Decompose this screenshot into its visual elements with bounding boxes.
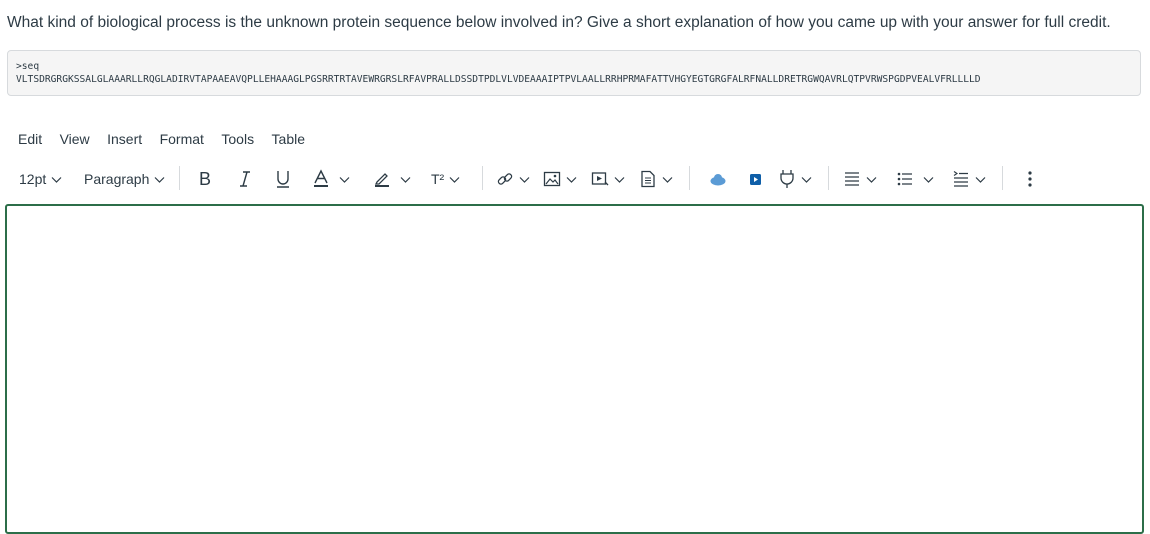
sequence-header: >seq	[16, 61, 40, 72]
toolbar-divider	[482, 166, 483, 190]
question-text: What kind of biological process is the u…	[7, 14, 1111, 31]
cloud-icon	[710, 174, 726, 186]
toolbar-divider	[689, 166, 690, 190]
chevron-down-icon	[923, 176, 934, 183]
media-player-button[interactable]	[750, 164, 761, 194]
menu-format[interactable]: Format	[160, 131, 204, 147]
image-button[interactable]	[543, 164, 577, 194]
list-button[interactable]	[896, 164, 934, 194]
text-color-icon	[314, 169, 328, 187]
font-size-dropdown[interactable]: 12pt	[19, 164, 62, 194]
superscript-button[interactable]: T²	[431, 164, 460, 194]
chevron-down-icon	[975, 176, 986, 183]
block-format-dropdown[interactable]: Paragraph	[84, 164, 165, 194]
highlight-button[interactable]	[373, 164, 411, 194]
plugin-icon	[780, 170, 794, 188]
image-icon	[543, 171, 561, 187]
chevron-down-icon	[400, 176, 411, 183]
indent-button[interactable]	[952, 164, 986, 194]
chevron-down-icon	[51, 176, 62, 183]
chevron-down-icon	[339, 176, 350, 183]
underline-icon	[277, 171, 289, 188]
more-icon	[1028, 171, 1032, 187]
align-icon	[845, 172, 859, 186]
align-button[interactable]	[843, 164, 877, 194]
menu-insert[interactable]: Insert	[107, 131, 142, 147]
media-icon	[591, 172, 609, 186]
chevron-down-icon	[519, 176, 530, 183]
bold-icon: B	[199, 170, 211, 188]
svg-text:B: B	[199, 170, 211, 188]
menu-view[interactable]: View	[60, 131, 90, 147]
toolbar-divider	[1002, 166, 1003, 190]
superscript-icon: T²	[431, 171, 445, 187]
italic-icon	[240, 171, 250, 187]
more-button[interactable]	[1027, 164, 1033, 194]
link-button[interactable]	[496, 164, 530, 194]
chevron-down-icon	[566, 176, 577, 183]
chevron-down-icon	[801, 176, 812, 183]
chevron-down-icon	[866, 176, 877, 183]
document-icon	[641, 170, 655, 188]
rich-text-editor-area[interactable]	[5, 204, 1144, 534]
menu-tools[interactable]: Tools	[221, 131, 254, 147]
chevron-down-icon	[154, 176, 165, 183]
toolbar-divider	[179, 166, 180, 190]
cloud-button[interactable]	[709, 164, 727, 194]
bold-button[interactable]: B	[198, 164, 214, 194]
text-color-button[interactable]	[312, 164, 350, 194]
menu-table[interactable]: Table	[272, 131, 305, 147]
chevron-down-icon	[662, 176, 673, 183]
plugin-button[interactable]	[778, 164, 812, 194]
italic-button[interactable]	[237, 164, 253, 194]
underline-button[interactable]	[274, 164, 292, 194]
chevron-down-icon	[614, 176, 625, 183]
document-button[interactable]	[639, 164, 673, 194]
editor-menubar: Edit View Insert Format Tools Table	[18, 131, 318, 149]
chevron-down-icon	[449, 176, 460, 183]
list-icon	[897, 172, 912, 186]
media-player-icon	[750, 173, 761, 185]
toolbar-divider	[828, 166, 829, 190]
block-format-value: Paragraph	[84, 171, 150, 187]
link-icon	[497, 173, 513, 185]
menu-edit[interactable]: Edit	[18, 131, 42, 147]
highlight-icon	[374, 173, 389, 187]
indent-icon	[953, 171, 968, 187]
sequence-residues: VLTSDRGRGKSSALGLAAARLLRQGLADIRVTAPAAEAVQ…	[16, 74, 981, 85]
sequence-block: >seq VLTSDRGRGKSSALGLAAARLLRQGLADIRVTAPAA…	[7, 50, 1141, 96]
media-button[interactable]	[591, 164, 625, 194]
font-size-value: 12pt	[19, 171, 47, 187]
editor-toolbar: 12pt Paragraph B T²	[12, 164, 1148, 194]
